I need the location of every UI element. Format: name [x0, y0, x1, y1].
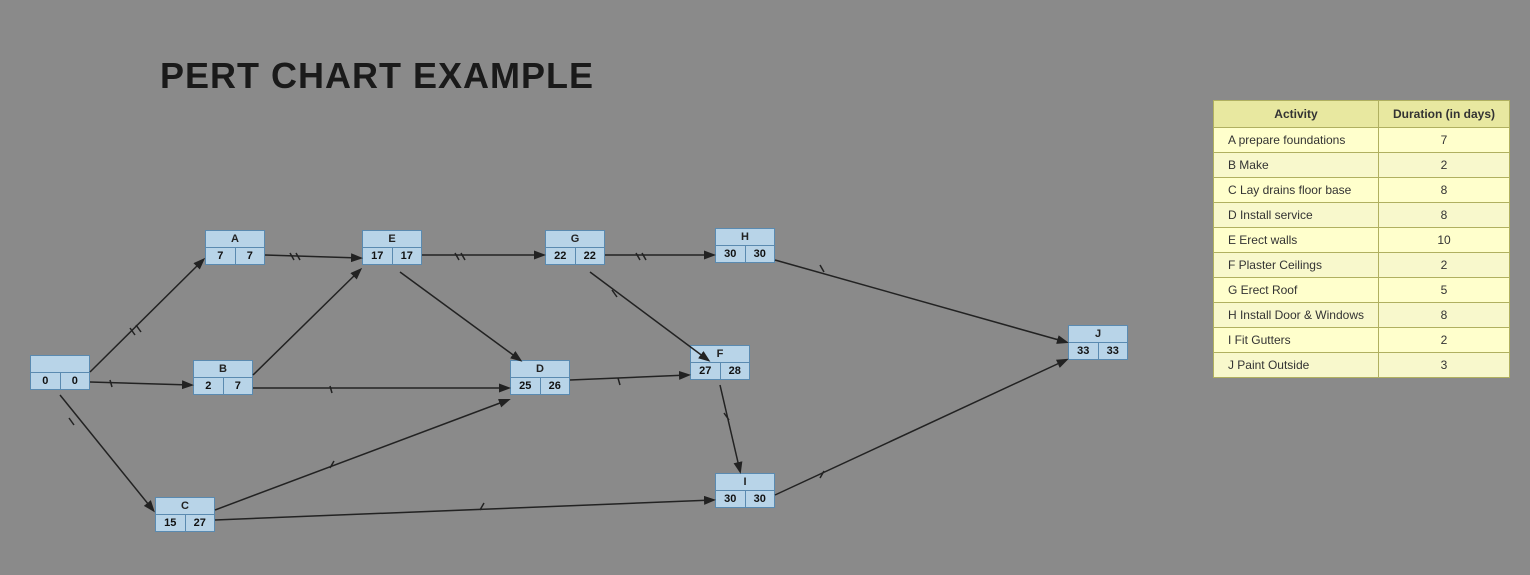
node-C: C 15 27	[155, 497, 215, 532]
table-row: B Make2	[1213, 153, 1509, 178]
activity-cell: C Lay drains floor base	[1213, 178, 1378, 203]
duration-cell: 2	[1378, 153, 1509, 178]
activity-cell: F Plaster Ceilings	[1213, 253, 1378, 278]
table-row: F Plaster Ceilings2	[1213, 253, 1509, 278]
duration-cell: 5	[1378, 278, 1509, 303]
page-title: PERT CHART EXAMPLE	[160, 55, 594, 97]
node-D: D 25 26	[510, 360, 570, 395]
table-row: G Erect Roof5	[1213, 278, 1509, 303]
duration-cell: 8	[1378, 178, 1509, 203]
activity-cell: J Paint Outside	[1213, 353, 1378, 378]
table-header-activity: Activity	[1213, 101, 1378, 128]
duration-cell: 3	[1378, 353, 1509, 378]
node-G: G 22 22	[545, 230, 605, 265]
activity-cell: B Make	[1213, 153, 1378, 178]
duration-cell: 8	[1378, 303, 1509, 328]
node-B: B 2 7	[193, 360, 253, 395]
activity-cell: I Fit Gutters	[1213, 328, 1378, 353]
node-H: H 30 30	[715, 228, 775, 263]
duration-cell: 2	[1378, 328, 1509, 353]
activity-cell: G Erect Roof	[1213, 278, 1378, 303]
activity-cell: H Install Door & Windows	[1213, 303, 1378, 328]
table-row: E Erect walls10	[1213, 228, 1509, 253]
table-row: D Install service8	[1213, 203, 1509, 228]
table-row: A prepare foundations7	[1213, 128, 1509, 153]
node-start: 0 0	[30, 355, 90, 390]
table-row: C Lay drains floor base8	[1213, 178, 1509, 203]
activity-cell: A prepare foundations	[1213, 128, 1378, 153]
table-row: J Paint Outside3	[1213, 353, 1509, 378]
duration-cell: 2	[1378, 253, 1509, 278]
duration-cell: 10	[1378, 228, 1509, 253]
activity-cell: E Erect walls	[1213, 228, 1378, 253]
node-J: J 33 33	[1068, 325, 1128, 360]
table-row: I Fit Gutters2	[1213, 328, 1509, 353]
node-A: A 7 7	[205, 230, 265, 265]
duration-cell: 8	[1378, 203, 1509, 228]
node-E: E 17 17	[362, 230, 422, 265]
activity-cell: D Install service	[1213, 203, 1378, 228]
table-header-duration: Duration (in days)	[1378, 101, 1509, 128]
table-row: H Install Door & Windows8	[1213, 303, 1509, 328]
node-F: F 27 28	[690, 345, 750, 380]
duration-cell: 7	[1378, 128, 1509, 153]
activity-table: Activity Duration (in days) A prepare fo…	[1213, 100, 1510, 378]
node-I: I 30 30	[715, 473, 775, 508]
